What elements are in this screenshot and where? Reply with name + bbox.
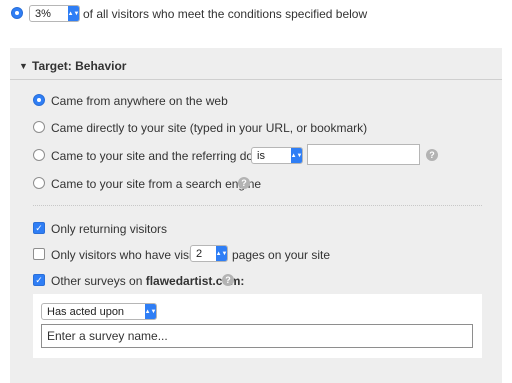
percent-description: of all visitors who meet the conditions …: [83, 7, 368, 21]
triangle-down-icon[interactable]: ▼: [19, 61, 28, 71]
source-label-direct: Came directly to your site (typed in you…: [51, 121, 368, 135]
percent-select[interactable]: 3% ▲▼: [29, 5, 80, 22]
visited-count-value: 2: [196, 247, 203, 260]
percent-select-value: 3%: [35, 7, 51, 20]
visited-checkbox[interactable]: [33, 248, 45, 260]
divider: [33, 205, 482, 206]
source-label-search: Came to your site from a search engine: [51, 177, 262, 191]
survey-name-input[interactable]: Enter a survey name...: [41, 324, 473, 348]
help-icon[interactable]: ?: [238, 177, 250, 189]
returning-label: Only returning visitors: [51, 222, 168, 236]
referring-domain-input[interactable]: [307, 144, 420, 165]
source-radio-search[interactable]: [33, 177, 45, 189]
updown-chevron-icon: ▲▼: [68, 6, 79, 21]
visited-suffix: pages on your site: [232, 248, 331, 262]
other-surveys-checkbox[interactable]: ✓: [33, 274, 45, 286]
percent-radio[interactable]: [11, 7, 23, 19]
source-radio-anywhere[interactable]: [33, 94, 45, 106]
other-surveys-prefix: Other surveys on: [51, 274, 143, 288]
referring-operator-value: is: [257, 149, 265, 162]
visited-prefix: Only visitors who have visited: [51, 248, 209, 262]
help-icon[interactable]: ?: [222, 274, 234, 286]
visited-count-select[interactable]: 2 ▲▼: [190, 245, 228, 262]
updown-chevron-icon: ▲▼: [291, 148, 302, 163]
help-icon[interactable]: ?: [426, 149, 438, 161]
other-surveys-label: Other surveys on flawedartist.com:: [51, 274, 244, 288]
source-radio-direct[interactable]: [33, 121, 45, 133]
survey-action-value: Has acted upon: [47, 305, 125, 318]
referring-operator-select[interactable]: is ▲▼: [251, 147, 303, 164]
updown-chevron-icon: ▲▼: [216, 246, 227, 261]
panel-title: Target: Behavior: [32, 59, 127, 73]
source-label-referring: Came to your site and the referring doma…: [51, 149, 280, 163]
survey-action-select[interactable]: Has acted upon ▲▼: [41, 303, 157, 320]
updown-chevron-icon: ▲▼: [145, 304, 156, 319]
returning-checkbox[interactable]: ✓: [33, 222, 45, 234]
source-radio-referring[interactable]: [33, 149, 45, 161]
source-label-anywhere: Came from anywhere on the web: [51, 94, 228, 108]
